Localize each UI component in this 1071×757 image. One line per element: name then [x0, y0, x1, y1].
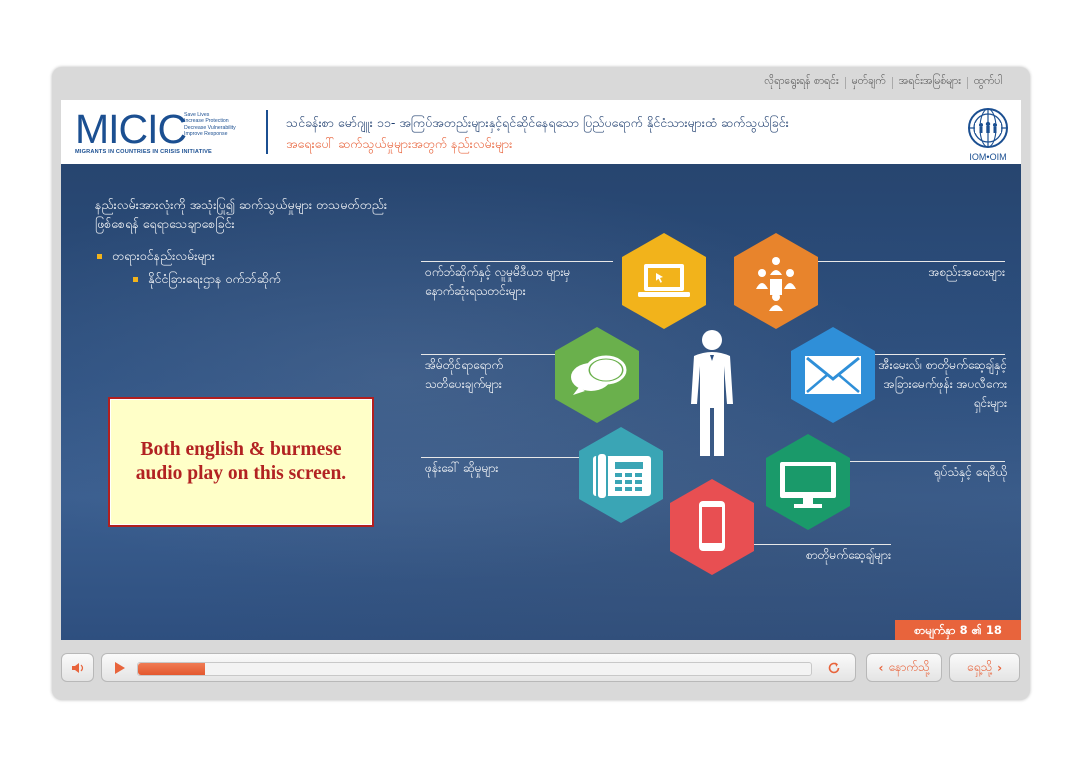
label-website: ဝက်ဘ်ဆိုက်နှင့် လူမှုမီဒီယာ များမှ နောက်…	[425, 265, 571, 298]
label-tv-radio: ရုပ်သံနှင့် ရေဒီယို	[933, 465, 1007, 479]
connector-line	[809, 261, 1005, 262]
menu-link[interactable]: လိုရာရွေးရန် စာရင်း	[758, 75, 844, 90]
connector-line	[849, 461, 1005, 462]
back-button[interactable]: ‹ နောက်သို့	[866, 653, 942, 682]
volume-icon	[71, 662, 83, 673]
label-sms-alerts: အိမ်တိုင်ရာရောက် သတိပေးချက်များ	[425, 358, 504, 391]
connector-line	[751, 544, 891, 545]
connector-line	[421, 261, 613, 262]
label-phone-calls: ဖုန်းခေါ် ဆိုမှုများ	[425, 461, 499, 475]
resources-link[interactable]: အရင်းအမြစ်များ	[893, 75, 967, 90]
course-header: MICIC Save Lives Increase Protection Dec…	[61, 100, 1021, 164]
course-player: လိုရာရွေးရန် စာရင်း မှတ်ချက် အရင်းအမြစ်မ…	[52, 67, 1030, 700]
logo-text: MICIC	[75, 106, 187, 152]
lesson-title: အရေးပေါ် ဆက်သွယ်မှုများအတွက် နည်းလမ်းမျာ…	[286, 136, 513, 151]
connector-line	[421, 354, 555, 355]
label-mobile: စာတိုမက်ဆေ့ချ်များ	[806, 548, 891, 562]
slide-content: နည်းလမ်းအားလုံးကို အသုံးပြု၍ ဆက်သွယ်မှုမ…	[61, 164, 1021, 640]
iom-logo: IOM•OIM	[963, 106, 1013, 162]
label-meetings: အစည်းအဝေးများ	[928, 265, 1005, 279]
top-links: လိုရာရွေးရန် စာရင်း မှတ်ချက် အရင်းအမြစ်မ…	[758, 75, 1008, 90]
logo-subtitle: MIGRANTS IN COUNTRIES IN CRISIS INITIATI…	[75, 149, 212, 155]
chevron-left-icon: ‹	[878, 660, 884, 675]
bullet-level1: တရားဝင်နည်းလမ်းများ	[97, 248, 215, 267]
svg-text:IOM•OIM: IOM•OIM	[969, 152, 1006, 162]
progress-track[interactable]	[137, 662, 812, 676]
play-icon[interactable]	[114, 662, 126, 674]
logo-tagline: Save Lives Increase Protection Decrease …	[184, 112, 236, 138]
header-divider	[266, 110, 268, 154]
connector-line	[871, 354, 1005, 355]
module-title: သင်ခန်းစာ မော်ဂျူး ၁၁- အကြပ်အတည်းများနှင…	[286, 115, 789, 130]
player-controls: ‹ နောက်သို့ ရှေ့သို့ ›	[61, 652, 1021, 688]
label-email: အီးမေးလ်၊ စာတိုမက်ဆေ့ချ်နှင့် အခြားမေက်ဖ…	[878, 358, 1007, 410]
next-button[interactable]: ရှေ့သို့ ›	[949, 653, 1020, 682]
person-icon	[691, 330, 733, 456]
volume-button[interactable]	[61, 653, 94, 682]
exit-link[interactable]: ထွက်ပါ	[968, 75, 1008, 90]
connector-line	[421, 457, 579, 458]
slide-heading: နည်းလမ်းအားလုံးကို အသုံးပြု၍ ဆက်သွယ်မှုမ…	[95, 197, 388, 231]
audio-note-box: Both english & burmese audio play on thi…	[108, 397, 374, 527]
notes-link[interactable]: မှတ်ချက်	[846, 75, 892, 90]
bullet-level2: နိုင်ငံခြားရေးဌာန ဝက်ဘ်ဆိုက်	[133, 271, 281, 290]
audio-note-text: Both english & burmese audio play on thi…	[135, 439, 347, 484]
progress-fill	[138, 663, 206, 675]
micic-logo: MICIC Save Lives Increase Protection Dec…	[75, 108, 245, 156]
chevron-right-icon: ›	[997, 660, 1003, 675]
seekbar-panel	[101, 653, 856, 682]
replay-icon[interactable]	[827, 661, 841, 675]
page-indicator: စာမျက်နှာ 8 ၏ 18	[895, 620, 1021, 640]
